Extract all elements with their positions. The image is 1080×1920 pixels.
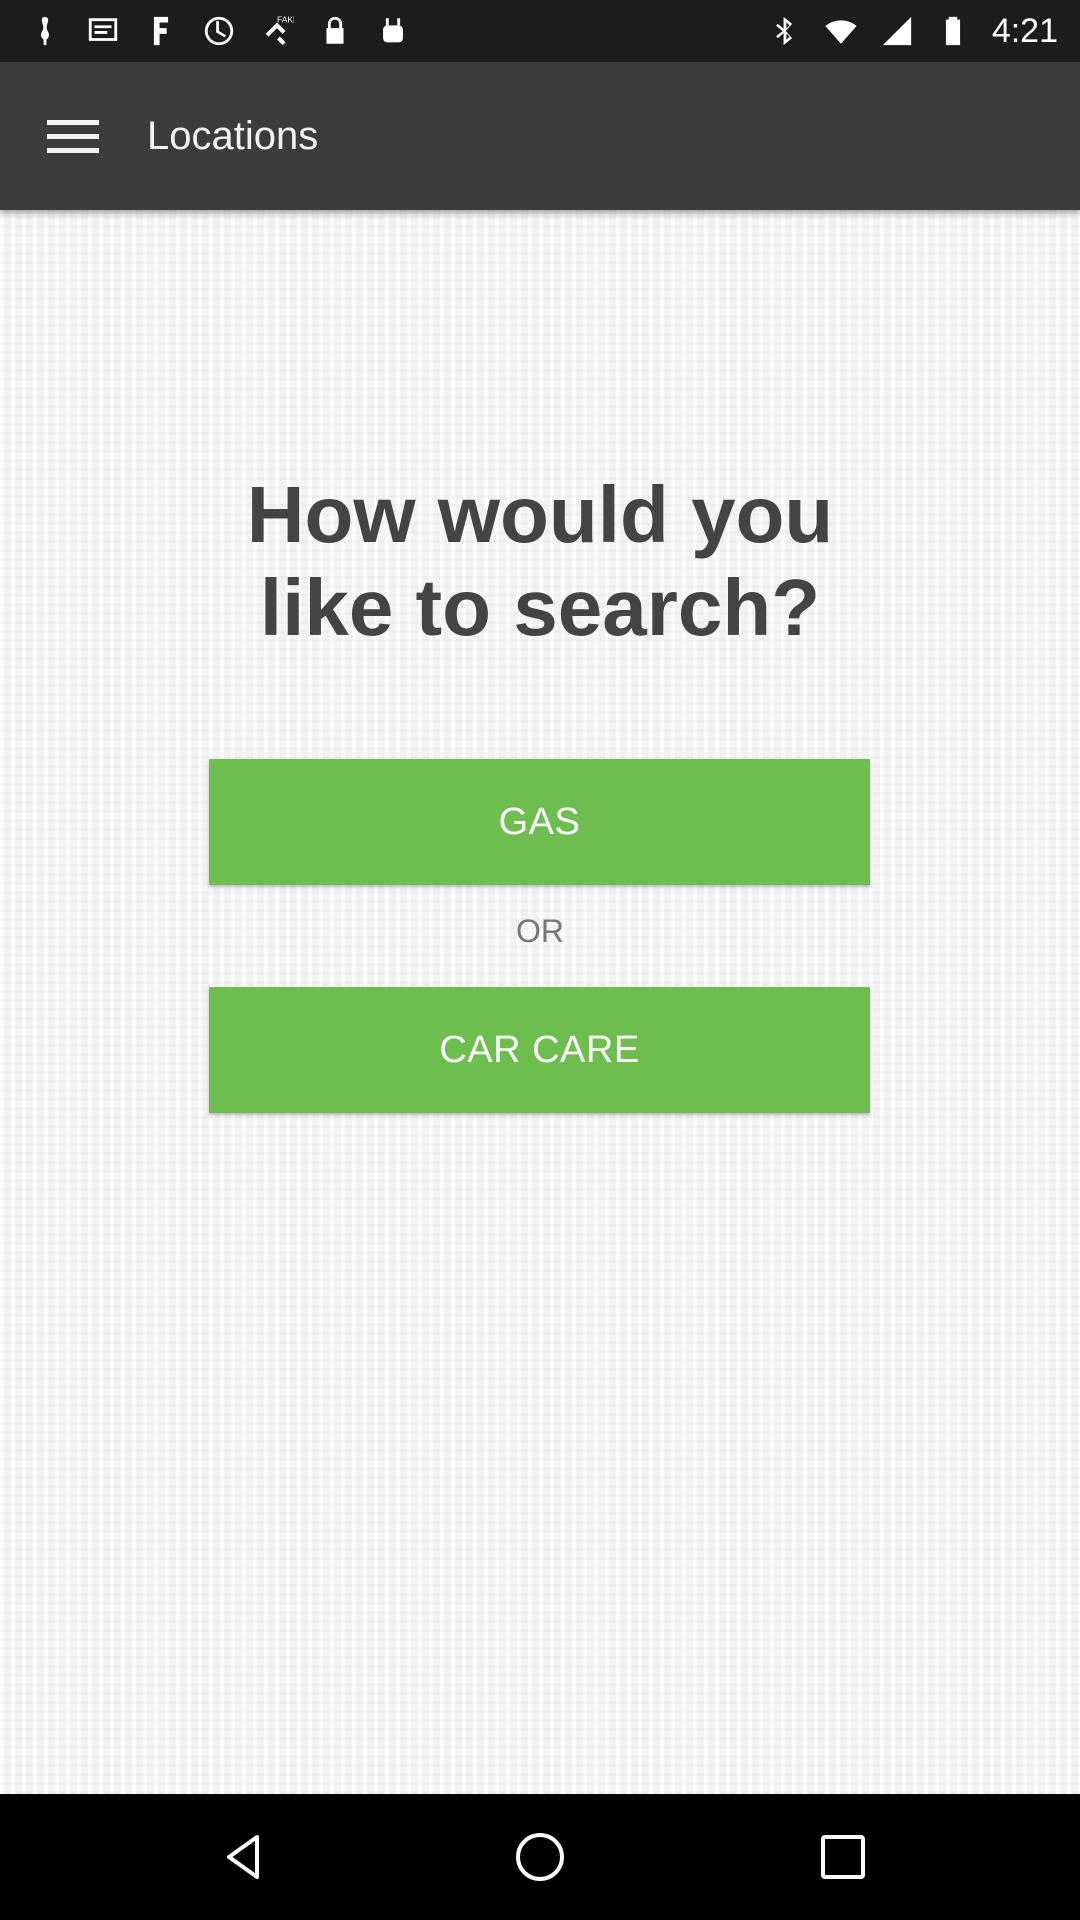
signal-icon xyxy=(880,14,914,48)
wifi-icon xyxy=(824,14,858,48)
recents-square-icon xyxy=(821,1835,865,1879)
main-content: How would you like to search? GAS OR CAR… xyxy=(0,210,1080,1794)
status-left-icons: FAKE xyxy=(28,0,410,62)
recents-button[interactable] xyxy=(808,1822,878,1892)
svg-text:FAKE: FAKE xyxy=(277,15,294,25)
or-separator: OR xyxy=(516,913,564,949)
home-button[interactable] xyxy=(505,1822,575,1892)
news-icon xyxy=(144,14,178,48)
battery-icon xyxy=(936,14,970,48)
page-title: Locations xyxy=(147,114,319,158)
hamburger-menu-icon xyxy=(47,120,99,153)
navigation-bar xyxy=(0,1794,1080,1920)
back-triangle-icon xyxy=(227,1835,259,1879)
bluetooth-icon xyxy=(768,14,802,48)
notification-icon xyxy=(28,14,62,48)
sync-icon xyxy=(202,14,236,48)
question-line-1: How would you xyxy=(246,470,834,559)
status-bar: FAKE 4:21 xyxy=(0,0,1080,62)
status-time: 4:21 xyxy=(991,11,1058,50)
car-care-button[interactable]: CAR CARE xyxy=(209,987,870,1113)
gas-button[interactable]: GAS xyxy=(209,759,870,885)
message-icon xyxy=(86,14,120,48)
menu-button[interactable] xyxy=(30,96,116,176)
app-bar: Locations xyxy=(0,62,1080,210)
android-icon xyxy=(376,14,410,48)
home-circle-icon xyxy=(516,1833,564,1881)
screen: FAKE 4:21 xyxy=(0,0,1080,1920)
lock-icon xyxy=(318,14,352,48)
status-right-icons: 4:21 xyxy=(768,0,1058,62)
back-button[interactable] xyxy=(210,1822,280,1892)
question-line-2: like to search? xyxy=(259,563,821,652)
search-question: How would you like to search? xyxy=(140,468,940,654)
fake-gps-icon: FAKE xyxy=(260,14,294,48)
